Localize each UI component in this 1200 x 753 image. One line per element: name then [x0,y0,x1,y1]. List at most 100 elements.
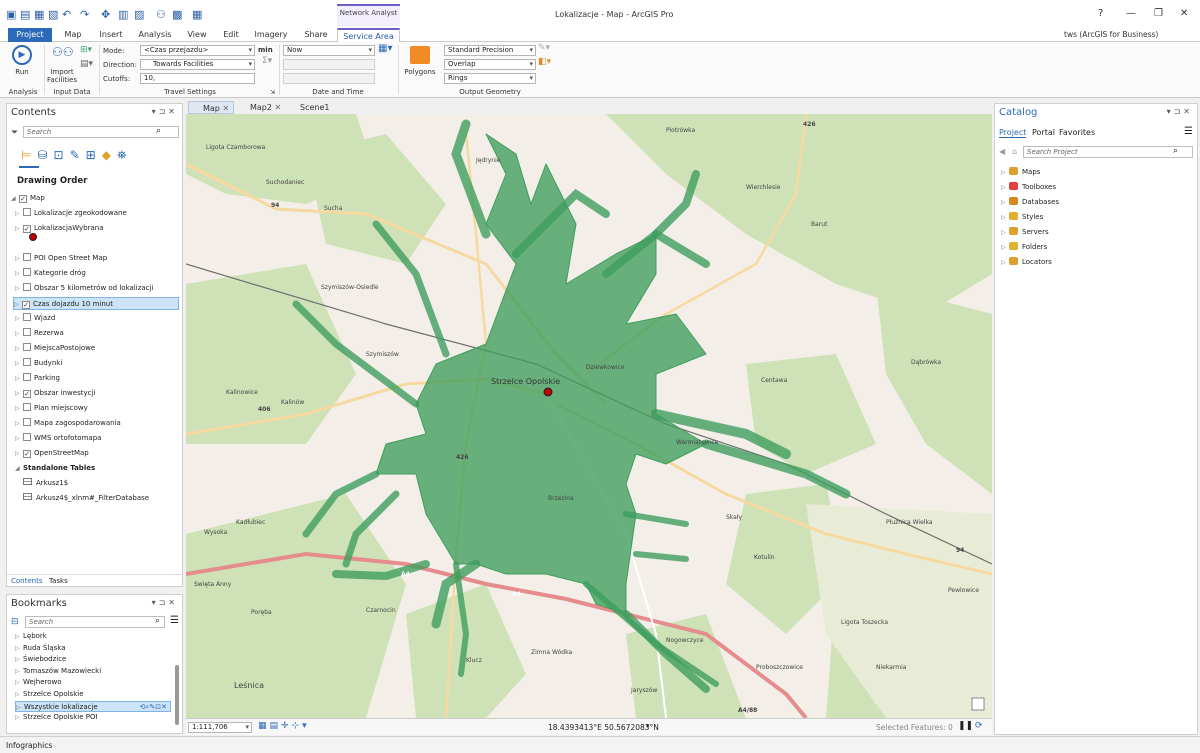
catalog-item[interactable]: ▷ Servers [1001,226,1049,239]
map-tab-map2[interactable]: Map2 ✕ [236,101,282,114]
tab-imagery[interactable]: Imagery [252,28,290,42]
drawing-order-icon[interactable]: ⊨ [21,148,37,162]
bookmark-item[interactable]: ▷ Tomaszów Mazowiecki [15,666,101,677]
layer-checkbox[interactable]: ✓ [22,301,30,309]
expand-icon[interactable]: ▷ [15,312,23,325]
layer-checkbox[interactable] [23,358,31,366]
calendar-icon[interactable]: ▦▾ [378,43,392,54]
expand-icon[interactable]: ▷ [15,402,23,415]
map-overview-icon[interactable] [971,697,985,711]
expand-icon[interactable]: ▷ [1001,226,1009,239]
bookmark-item[interactable]: ▷ Wejherowo [15,677,62,688]
contents-view-toolbar[interactable]: ⊨⛁⊡✎⊞◆⛯ [21,148,161,166]
expand-icon[interactable]: ▷ [15,372,23,385]
layer-item[interactable]: ▷ ✓ Czas dojazdu 10 minut [13,297,179,310]
open-project-icon[interactable]: ▤ [20,8,30,21]
catalog-tab-favorites[interactable]: Favorites [1059,128,1095,137]
tab-analysis[interactable]: Analysis [136,28,174,42]
symbology-icon[interactable]: ◧▾ [538,57,551,67]
tab-contents[interactable]: Contents [11,577,43,585]
infographics-tab[interactable]: Infographics [6,741,52,750]
expand-icon[interactable]: ▷ [14,298,22,311]
catalog-tab-project[interactable]: Project [999,128,1027,138]
tab-edit[interactable]: Edit [219,28,243,42]
layer-checkbox[interactable] [23,283,31,291]
layer-item[interactable]: ▷ Obszar 5 kilometrów od lokalizacji [15,282,153,295]
layer-checkbox[interactable] [23,403,31,411]
pencil-icon[interactable]: ✎▾ [538,43,550,53]
layer-item[interactable]: ▷ POI Open Street Map [15,252,107,265]
date-input[interactable] [283,59,375,70]
table-item[interactable]: Arkusz4$_xlnm#_FilterDatabase [23,492,149,505]
expand-icon[interactable]: ▷ [15,342,23,355]
search-icon[interactable]: ⌕ [1173,146,1178,156]
tab-project[interactable]: Project [8,28,52,42]
new-project-icon[interactable]: ▣ [6,8,16,21]
labeling-icon[interactable]: ◆ [102,148,117,162]
bookmark-item[interactable]: ▷ Świebodzice [15,654,66,665]
layer-checkbox[interactable] [23,253,31,261]
run-icon[interactable]: ▶ [12,45,32,65]
layer-item[interactable]: ▷ Kategorie dróg [15,267,86,280]
tab-service-area[interactable]: Service Area [337,28,400,42]
search-icon[interactable]: ⌕ [155,616,160,626]
layer-item[interactable]: ▷ MiejscaPostojowe [15,342,95,355]
bookmark-item[interactable]: ▷ Strzelce Opolskie POI [15,712,98,723]
menu-icon[interactable]: ☰ [1184,126,1193,137]
polygons-icon[interactable] [410,46,430,64]
expand-icon[interactable]: ▷ [1001,241,1009,254]
layer-item[interactable]: ▷ Lokalizacje zgeokodowane [15,207,127,220]
layer-item[interactable]: ▷ Budynki [15,357,62,370]
map-tab-scene1[interactable]: Scene1 [286,101,346,114]
catalog-item[interactable]: ▷ Locators [1001,256,1052,269]
search-icon[interactable]: ⌕ [156,126,161,136]
rings-dropdown[interactable]: Rings [444,73,536,84]
sigma-icon[interactable]: Σ▾ [262,56,272,66]
catalog-item[interactable]: ▷ Toolboxes [1001,181,1056,194]
menu-icon[interactable]: ☰ [170,615,179,626]
map-node[interactable]: ◢ ✓ Map [11,192,45,205]
catalog-item[interactable]: ▷ Databases [1001,196,1059,209]
close-icon[interactable]: ✕ [1180,8,1188,19]
expand-icon[interactable]: ▷ [1001,196,1009,209]
expand-icon[interactable]: ▷ [1001,211,1009,224]
layer-checkbox[interactable] [23,433,31,441]
expand-icon[interactable]: ▷ [15,327,23,340]
paste-icon[interactable]: ▨ [134,8,144,21]
scrollbar[interactable] [175,665,179,725]
minimize-icon[interactable]: — [1126,8,1136,19]
polygons-button[interactable]: Polygons [402,68,438,76]
field-calc-icon[interactable]: ▤▾ [80,59,93,69]
expand-icon[interactable]: ▷ [15,387,23,400]
selection-icon[interactable]: ⊡ [54,148,70,162]
table-icon[interactable]: ▩ [172,8,182,21]
layout-icon[interactable]: ▥ [118,8,128,21]
layer-item[interactable]: ▷ Rezerwa [15,327,64,340]
cutoffs-input[interactable]: 10, [140,73,255,84]
pan-icon[interactable]: ✥ [101,8,110,21]
home-icon[interactable]: ⌂ [1012,147,1017,156]
bookmark-item[interactable]: ▷ Lębork [15,631,47,642]
layer-item[interactable]: ▷ ✓ OpenStreetMap [15,447,89,460]
expand-icon[interactable]: ▷ [15,207,23,220]
tab-map[interactable]: Map [58,28,88,42]
layer-item[interactable]: ▷ Mapa zagospodarowania [15,417,121,430]
expand-icon[interactable]: ▷ [15,267,23,280]
import-facilities-button[interactable]: Import Facilities [46,68,78,84]
bookmarks-search-input[interactable]: Search [25,616,165,628]
expand-icon[interactable]: ▷ [15,432,23,445]
save-as-icon[interactable]: ▧ [48,8,58,21]
date-dropdown[interactable]: Now [283,45,375,56]
mode-dropdown[interactable]: <Czas przejazdu> [140,45,255,56]
map-tools-icon[interactable]: ▦▤✛⊹▾ [258,721,310,731]
bookmark-item[interactable]: ▷ Ruda Śląska [15,643,66,654]
save-icon[interactable]: ▦ [34,8,44,21]
layer-item[interactable]: ▷ ✓ Obszar inwestycji [15,387,95,400]
tab-insert[interactable]: Insert [96,28,126,42]
expand-icon[interactable]: ▷ [15,357,23,370]
expand-icon[interactable]: ▷ [15,222,23,235]
direction-dropdown[interactable]: Towards Facilities [140,59,255,70]
layer-checkbox[interactable] [23,418,31,426]
bookmark-item[interactable]: ▷ Wszystkie lokalizacje ⟲⌕✎⊡✕ [15,700,171,712]
import-facilities-icon[interactable]: ⚇⚇ [52,45,74,59]
